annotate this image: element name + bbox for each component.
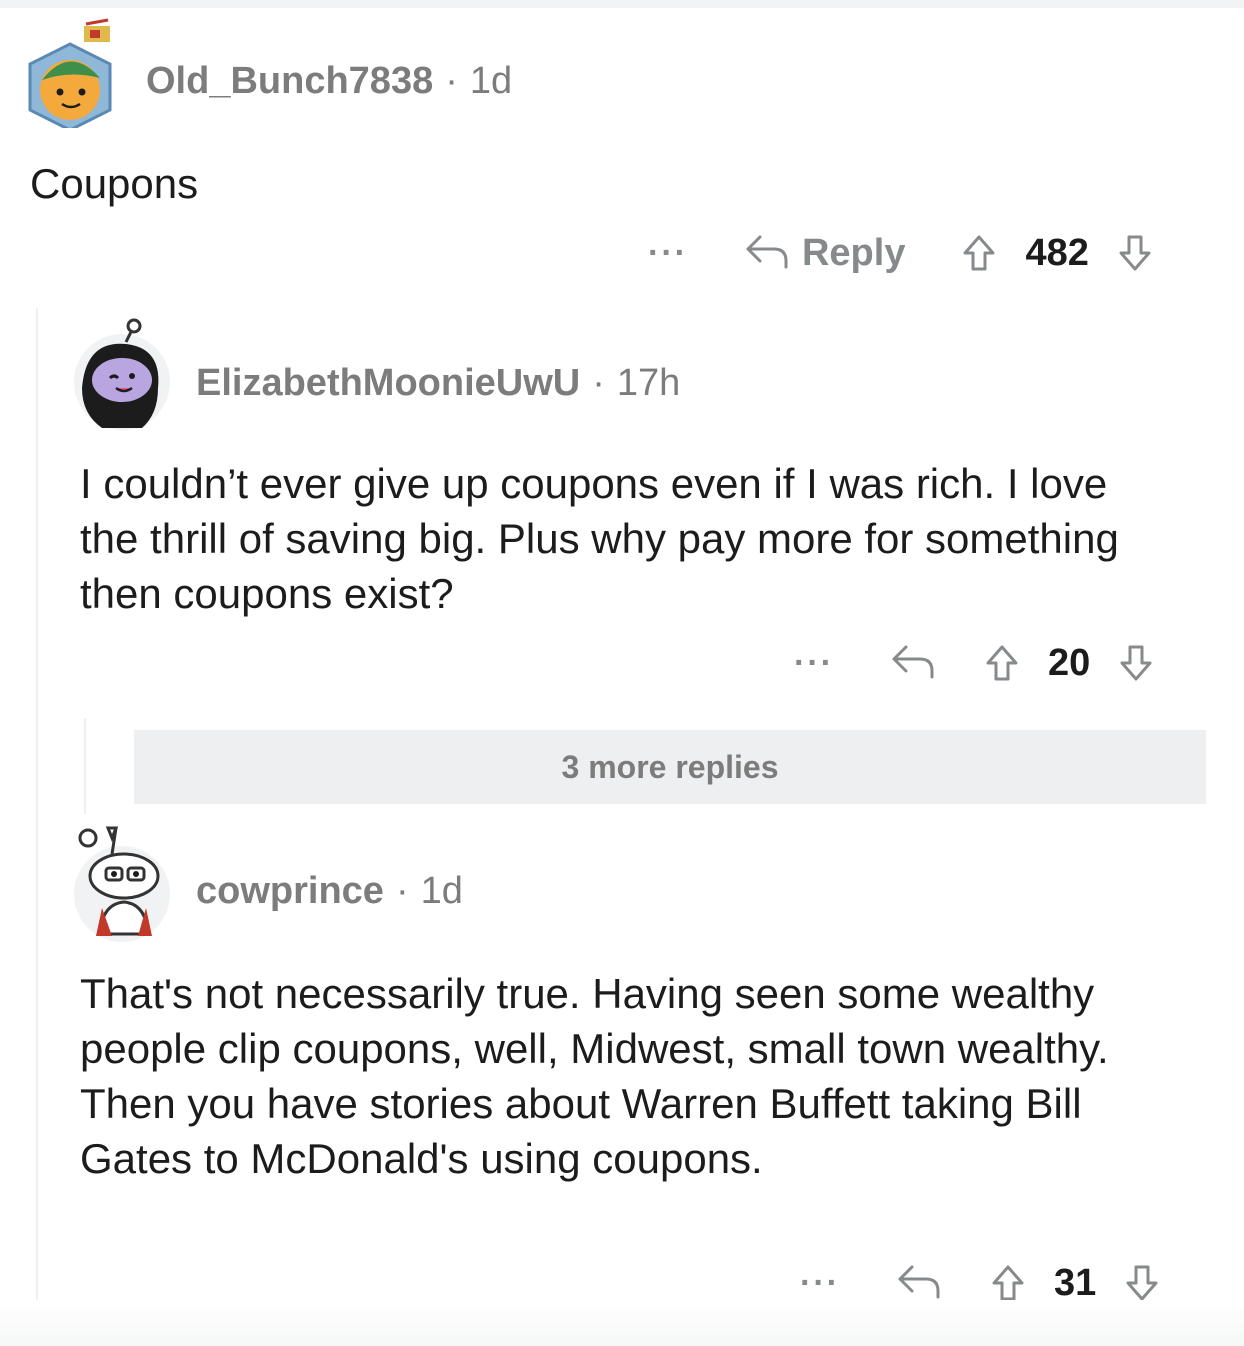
comment-3-separator: · — [395, 870, 409, 912]
comment-1-vote: 482 — [961, 232, 1152, 275]
comment-2-body: I couldn’t ever give up coupons even if … — [80, 460, 1119, 617]
comment-1-upvote-button[interactable] — [961, 233, 997, 273]
comment-1-vote-count: 482 — [1025, 231, 1089, 274]
reply-arrow-icon — [896, 1261, 942, 1306]
comment-3-time[interactable]: 1d — [421, 870, 463, 913]
reply-arrow-icon — [744, 231, 790, 276]
comment-1-more-button[interactable]: ··· — [648, 236, 688, 270]
comment-2-downvote-button[interactable] — [1118, 643, 1154, 683]
bottom-fade — [0, 1300, 1244, 1346]
avatar-old-bunch[interactable] — [24, 18, 122, 128]
comment-1-body: Coupons — [30, 160, 199, 207]
comment-1-author-line: Old_Bunch7838 · 1d — [146, 60, 512, 103]
comment-3-author-line: cowprince · 1d — [196, 870, 463, 913]
comment-2-author[interactable]: ElizabethMoonieUwU — [196, 362, 580, 405]
downvote-arrow-icon — [1120, 645, 1152, 681]
more-replies-button[interactable]: 3 more replies — [134, 730, 1206, 804]
avatar-elizabeth[interactable] — [72, 318, 172, 430]
comment-2-author-line: ElizabethMoonieUwU · 17h — [196, 362, 680, 405]
avatar-snoo-icon — [74, 318, 170, 430]
comment-3-body: That's not necessarily true. Having seen… — [80, 970, 1109, 1182]
comment-3-author[interactable]: cowprince — [196, 870, 384, 913]
comment-2-time[interactable]: 17h — [617, 362, 680, 405]
comment-3-downvote-button[interactable] — [1124, 1263, 1160, 1303]
comment-1-time[interactable]: 1d — [470, 60, 512, 103]
comment-2-separator: · — [592, 362, 605, 404]
comment-2-reply-button[interactable] — [890, 641, 936, 686]
comment-3-upvote-button[interactable] — [990, 1263, 1026, 1303]
avatar-snoo-icon — [74, 826, 170, 942]
comment-3-reply-button[interactable] — [896, 1261, 942, 1306]
comment-1-separator: · — [445, 60, 458, 102]
avatar-hex-icon — [28, 18, 112, 128]
comment-1-reply-button[interactable]: Reply — [744, 231, 905, 276]
top-divider — [0, 0, 1244, 8]
comment-1-actions: ··· Reply 482 — [648, 228, 1153, 278]
comment-3-vote-count: 31 — [1053, 1261, 1097, 1304]
thread-line-root[interactable] — [36, 308, 38, 1346]
downvote-arrow-icon — [1119, 235, 1151, 271]
downvote-arrow-icon — [1126, 1265, 1158, 1301]
comment-1-downvote-button[interactable] — [1117, 233, 1153, 273]
comment-3-more-button[interactable]: ··· — [800, 1266, 840, 1300]
comment-3-vote: 31 — [990, 1262, 1160, 1305]
upvote-arrow-icon — [963, 235, 995, 271]
comment-2-more-button[interactable]: ··· — [794, 646, 834, 680]
reply-arrow-icon — [890, 641, 936, 686]
upvote-arrow-icon — [992, 1265, 1024, 1301]
comment-2-upvote-button[interactable] — [984, 643, 1020, 683]
comment-2-vote: 20 — [984, 642, 1154, 685]
comment-2-vote-count: 20 — [1047, 641, 1091, 684]
avatar-cowprince[interactable] — [72, 824, 172, 942]
thread-line-reply[interactable] — [84, 718, 86, 814]
comment-1-author[interactable]: Old_Bunch7838 — [146, 60, 433, 103]
comment-1-reply-label: Reply — [801, 231, 906, 274]
comment-2-actions: ··· 20 — [794, 638, 1154, 688]
upvote-arrow-icon — [986, 645, 1018, 681]
